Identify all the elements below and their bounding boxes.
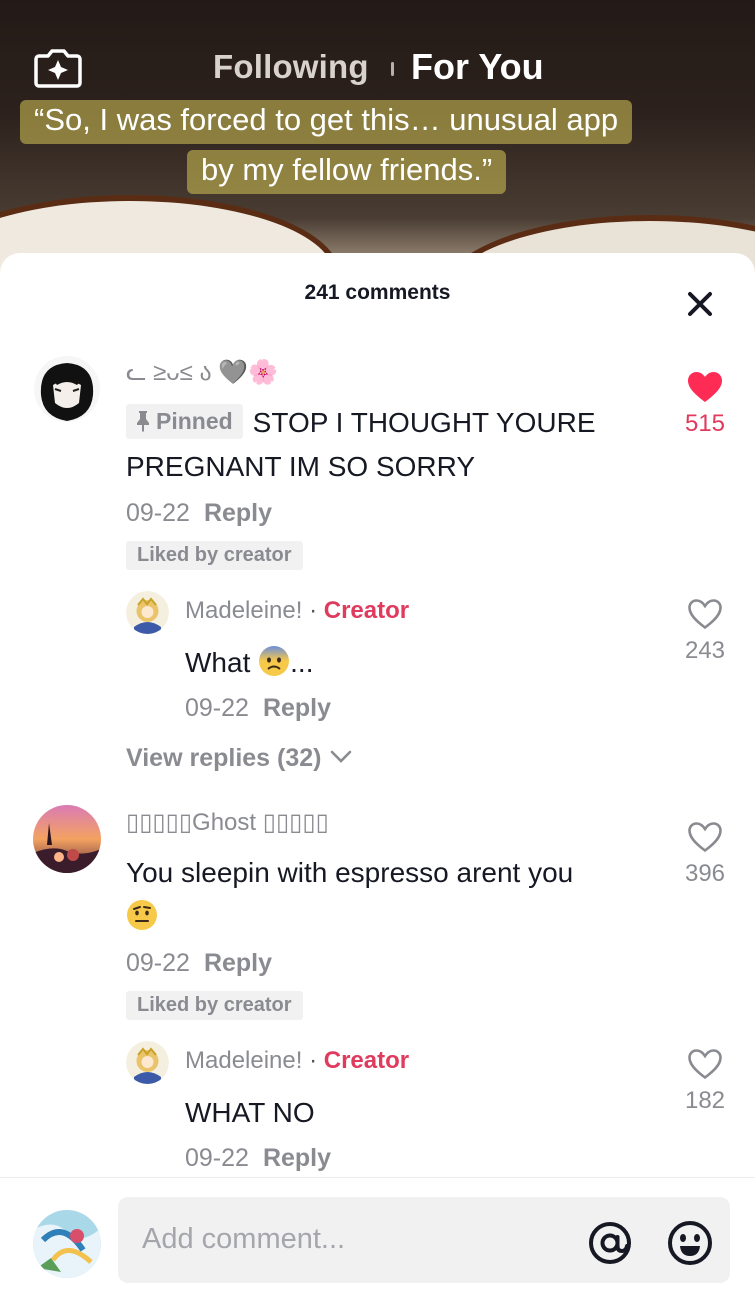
reply-username: Madeleine! · Creator — [185, 1047, 409, 1075]
like-count: 182 — [684, 1087, 726, 1114]
reply-meta: 09-22 Reply — [185, 694, 331, 723]
comment-input[interactable] — [142, 1223, 562, 1256]
caption-line-1: “So, I was forced to get this… unusual a… — [20, 100, 633, 144]
separator-dot: · — [302, 597, 324, 624]
comments-count-title: 241 comments — [304, 281, 451, 304]
reply-button[interactable]: Reply — [204, 499, 272, 527]
chevron-down-icon — [331, 750, 352, 763]
heart-outline-icon — [688, 822, 722, 853]
view-replies-button[interactable]: View replies (32) — [126, 744, 352, 773]
separator-dot: · — [302, 1047, 324, 1074]
reply-meta: 09-22 Reply — [185, 1144, 331, 1173]
emoji-icon[interactable] — [666, 1219, 714, 1267]
heart-filled-icon — [688, 372, 722, 402]
reply-button[interactable]: Reply — [204, 949, 272, 977]
comment-meta: 09-22 Reply — [126, 949, 272, 978]
comment-body: You sleepin with espresso arent you — [126, 857, 574, 888]
like-button[interactable]: 182 — [675, 1048, 735, 1115]
video-background: Following For You “So, I was forced to g… — [0, 0, 755, 280]
reply-date: 09-22 — [185, 694, 249, 722]
comment-username[interactable]: ᓚ ≥ᴗ≤ ა 🩶🌸 — [126, 358, 278, 387]
comment-text: You sleepin with espresso arent you — [126, 851, 666, 939]
raised-eyebrow-face-emoji-icon — [127, 900, 157, 930]
reply-text: What ... — [185, 641, 313, 685]
tab-following[interactable]: Following — [213, 48, 369, 86]
reply-username: Madeleine! · Creator — [185, 597, 409, 625]
avatar[interactable] — [33, 805, 101, 873]
like-button[interactable]: 515 — [675, 371, 735, 438]
heart-outline-icon — [688, 599, 722, 630]
comment-date: 09-22 — [126, 499, 190, 527]
close-icon[interactable] — [686, 290, 714, 318]
mention-icon[interactable] — [586, 1219, 634, 1267]
comments-sheet: 241 comments ᓚ ≥ᴗ≤ ა 🩶🌸 Pinned STOP I THO… — [0, 253, 755, 1300]
pinned-label: Pinned — [156, 408, 233, 434]
like-count: 396 — [684, 860, 726, 887]
reply-date: 09-22 — [185, 1144, 249, 1172]
comment-username[interactable]: ▯▯▯▯▯Ghost ▯▯▯▯▯ — [126, 808, 329, 837]
pin-icon — [137, 411, 149, 432]
anxious-face-emoji-icon — [259, 646, 290, 676]
like-count: 243 — [684, 637, 726, 664]
pinned-badge: Pinned — [126, 404, 243, 439]
my-avatar[interactable] — [33, 1210, 101, 1278]
like-button[interactable]: 396 — [675, 821, 735, 888]
reply-button[interactable]: Reply — [263, 694, 331, 722]
comment-text: Pinned STOP I THOUGHT YOURE PREGNANT IM S… — [126, 401, 666, 489]
tab-for-you[interactable]: For You — [411, 46, 544, 88]
creator-name[interactable]: Madeleine! — [185, 1047, 302, 1074]
like-button[interactable]: 243 — [675, 598, 735, 665]
comment-input-bar — [0, 1177, 755, 1300]
avatar[interactable] — [33, 355, 101, 423]
view-replies-label: View replies (32) — [126, 744, 322, 772]
reply-text: WHAT NO — [185, 1097, 315, 1128]
tab-divider — [391, 62, 394, 76]
reply-body: What — [185, 647, 251, 678]
creator-avatar[interactable] — [126, 1041, 169, 1084]
caption-line-2: by my fellow friends.” — [187, 150, 507, 194]
comment-input-box[interactable] — [118, 1197, 730, 1283]
creator-tag: Creator — [323, 597, 410, 624]
creator-tag: Creator — [323, 1047, 410, 1074]
liked-by-creator-badge: Liked by creator — [126, 541, 303, 570]
liked-by-creator-badge: Liked by creator — [126, 991, 303, 1020]
creator-name[interactable]: Madeleine! — [185, 597, 302, 624]
heart-outline-icon — [688, 1049, 722, 1080]
top-nav: Following For You — [0, 38, 755, 98]
creator-avatar[interactable] — [126, 591, 169, 634]
reply-button[interactable]: Reply — [263, 1144, 331, 1172]
reply-suffix: ... — [290, 647, 314, 678]
comment-date: 09-22 — [126, 949, 190, 977]
like-count: 515 — [684, 410, 726, 437]
comment-meta: 09-22 Reply — [126, 499, 272, 528]
live-camera-icon[interactable] — [33, 48, 83, 88]
